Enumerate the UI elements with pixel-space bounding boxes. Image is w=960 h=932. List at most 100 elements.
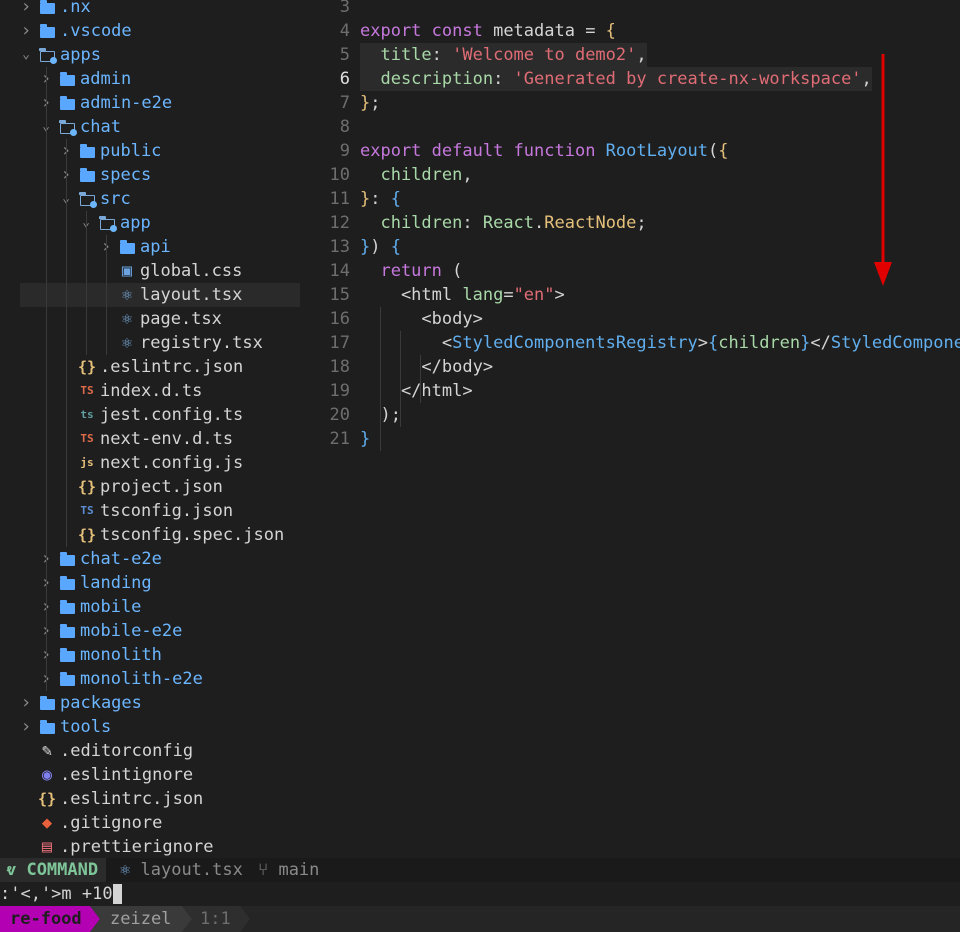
code-line[interactable]: return ( <box>360 259 462 283</box>
command-line[interactable]: :'<,'>m +10 <box>0 882 960 906</box>
tree-file[interactable]: TS tsconfig.json <box>0 499 300 523</box>
code-line[interactable]: title: 'Welcome to demo2', <box>360 43 647 67</box>
code-token: ( <box>452 261 463 281</box>
tree-item-label: next-env.d.ts <box>100 429 234 449</box>
tree-file[interactable]: ▤ .prettierignore <box>0 835 300 859</box>
line-number: 15 <box>329 285 350 305</box>
tree-folder[interactable]: ›api <box>0 235 300 259</box>
tree-folder[interactable]: ⌄chat <box>0 115 300 139</box>
tree-folder[interactable]: ›specs <box>0 163 300 187</box>
tree-file[interactable]: ◉ .eslintignore <box>0 763 300 787</box>
tree-file[interactable]: ⚛ page.tsx <box>0 307 300 331</box>
tree-file[interactable]: js next.config.js <box>0 451 300 475</box>
chevron-right-icon[interactable]: › <box>20 19 32 43</box>
code-line[interactable]: <body> <box>360 307 482 331</box>
line-number: 13 <box>329 237 350 257</box>
folder-icon <box>78 139 96 163</box>
code-token: > <box>554 285 565 305</box>
folder-icon <box>58 619 76 643</box>
session-name[interactable]: re-food <box>10 906 82 932</box>
folder-icon <box>38 19 56 43</box>
chevron-down-icon[interactable]: ⌄ <box>20 43 32 67</box>
tree-folder[interactable]: › .nx <box>0 0 300 19</box>
tree-folder[interactable]: ›chat-e2e <box>0 547 300 571</box>
tree-item-label: project.json <box>100 477 223 497</box>
indent-guide <box>380 307 381 451</box>
tree-file[interactable]: {} tsconfig.spec.json <box>0 523 300 547</box>
code-line[interactable]: description: 'Generated by create-nx-wor… <box>360 67 872 91</box>
tree-file[interactable]: {} .eslintrc.json <box>0 355 300 379</box>
folder-open-icon <box>38 43 57 67</box>
tree-folder[interactable]: ›monolith-e2e <box>0 667 300 691</box>
tree-folder[interactable]: ⌄ apps <box>0 43 300 67</box>
typescript-config-icon: ts <box>80 408 94 421</box>
code-token: const <box>431 21 494 41</box>
tree-file[interactable]: ⚛ registry.tsx <box>0 331 300 355</box>
vim-logo-icon: ⱴ <box>6 860 17 880</box>
code-line[interactable]: }) { <box>360 235 401 259</box>
line-number: 10 <box>329 165 350 185</box>
folder-icon <box>58 595 76 619</box>
tree-item-label: .gitignore <box>60 813 163 833</box>
tree-item-label: .prettierignore <box>60 837 214 857</box>
tree-item-label: .editorconfig <box>60 741 194 761</box>
tree-folder[interactable]: ›admin-e2e <box>0 91 300 115</box>
indent-guide <box>86 211 87 355</box>
tree-folder[interactable]: › packages <box>0 691 300 715</box>
tree-file[interactable]: ◆ .gitignore <box>0 811 300 835</box>
current-file[interactable]: ⚛ layout.tsx <box>120 858 243 882</box>
code-token: } <box>360 237 371 257</box>
tree-item-label: specs <box>100 165 152 185</box>
code-line[interactable]: <html lang="en"> <box>360 283 565 307</box>
folder-icon <box>38 0 56 19</box>
tree-file[interactable]: {} .eslintrc.json <box>0 787 300 811</box>
line-number: 14 <box>329 261 350 281</box>
tree-folder[interactable]: ›monolith <box>0 643 300 667</box>
tree-file[interactable]: TS next-env.d.ts <box>0 427 300 451</box>
code-line[interactable]: children, <box>360 163 472 187</box>
code-line[interactable]: export default function RootLayout({ <box>360 139 729 163</box>
line-number: 11 <box>329 189 350 209</box>
code-line[interactable]: } <box>360 427 370 451</box>
git-branch[interactable]: ⑂ main <box>258 858 319 882</box>
window-name[interactable]: zeizel <box>110 906 171 932</box>
tree-folder[interactable]: ⌄src <box>0 187 300 211</box>
tree-item-label: page.tsx <box>140 309 222 329</box>
code-token: StyledComponentsRegistry <box>452 333 698 353</box>
code-token: StyledComponen <box>830 333 960 353</box>
tree-item-label: jest.config.ts <box>100 405 244 425</box>
code-line[interactable]: export const metadata = { <box>360 19 616 43</box>
tree-item-label: tsconfig.spec.json <box>100 525 285 545</box>
tree-file[interactable]: ⚛ layout.tsx <box>20 283 300 307</box>
code-line[interactable]: <StyledComponentsRegistry>{children}</St… <box>360 331 960 355</box>
tree-folder[interactable]: ›landing <box>0 571 300 595</box>
tree-file[interactable]: ▣ global.css <box>0 259 300 283</box>
code-line[interactable]: }; <box>360 91 381 115</box>
chevron-right-icon[interactable]: › <box>20 691 32 715</box>
code-token: ( <box>708 141 719 161</box>
tree-file[interactable]: TS index.d.ts <box>0 379 300 403</box>
chevron-right-icon[interactable]: › <box>20 0 32 19</box>
chevron-right-icon[interactable]: › <box>20 715 32 739</box>
tree-folder[interactable]: › tools <box>0 715 300 739</box>
tree-folder[interactable]: › .vscode <box>0 19 300 43</box>
tree-folder[interactable]: ›mobile <box>0 595 300 619</box>
indent-guide <box>400 331 401 427</box>
tree-item-label: packages <box>60 693 142 713</box>
code-token: > <box>697 333 709 353</box>
indent-guide <box>106 235 107 355</box>
tree-folder[interactable]: ›admin <box>0 67 300 91</box>
tree-file[interactable]: ✎ .editorconfig <box>0 739 300 763</box>
tree-folder[interactable]: ›public <box>0 139 300 163</box>
code-line[interactable]: </html> <box>360 379 473 403</box>
line-number: 4 <box>339 21 350 41</box>
line-number: 3 <box>339 0 350 17</box>
tree-folder[interactable]: ›mobile-e2e <box>0 619 300 643</box>
tree-file[interactable]: ts jest.config.ts <box>0 403 300 427</box>
tree-file[interactable]: {} project.json <box>0 475 300 499</box>
tree-folder[interactable]: ⌄app <box>0 211 300 235</box>
code-line[interactable]: }: { <box>360 187 401 211</box>
down-arrow-annotation <box>874 54 892 286</box>
code-line[interactable]: children: React.ReactNode; <box>360 211 646 235</box>
folder-icon <box>78 163 96 187</box>
